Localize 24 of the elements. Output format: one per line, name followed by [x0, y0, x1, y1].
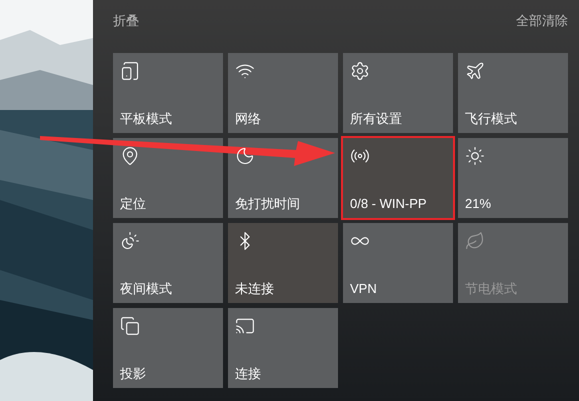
clear-all-link[interactable]: 全部清除	[516, 11, 568, 31]
leaf-icon	[465, 231, 485, 251]
quick-action-tile[interactable]: 投影	[113, 308, 223, 388]
sun-icon	[465, 146, 485, 166]
quick-action-tile[interactable]: 0/8 - WIN-PP	[343, 138, 453, 218]
quick-action-tile[interactable]: 连接	[228, 308, 338, 388]
quick-action-tile[interactable]: VPN	[343, 223, 453, 303]
quick-action-tile[interactable]: 未连接	[228, 223, 338, 303]
pin-icon	[120, 146, 140, 166]
quick-action-tile[interactable]: 飞行模式	[458, 53, 568, 133]
quick-action-tile[interactable]: 夜间模式	[113, 223, 223, 303]
screens-icon	[120, 316, 140, 336]
quick-action-tile[interactable]: 平板模式	[113, 53, 223, 133]
moon-icon	[235, 146, 255, 166]
quick-action-tile[interactable]: 网络	[228, 53, 338, 133]
settings-icon	[350, 61, 370, 81]
airplane-icon	[465, 61, 485, 81]
cast-icon	[235, 316, 255, 336]
quick-action-tile[interactable]: 定位	[113, 138, 223, 218]
quick-action-tile[interactable]: 所有设置	[343, 53, 453, 133]
quick-action-tile[interactable]: 21%	[458, 138, 568, 218]
collapse-link[interactable]: 折叠	[113, 11, 139, 31]
sun-moon-icon	[120, 231, 140, 251]
tablet-icon	[120, 61, 140, 81]
